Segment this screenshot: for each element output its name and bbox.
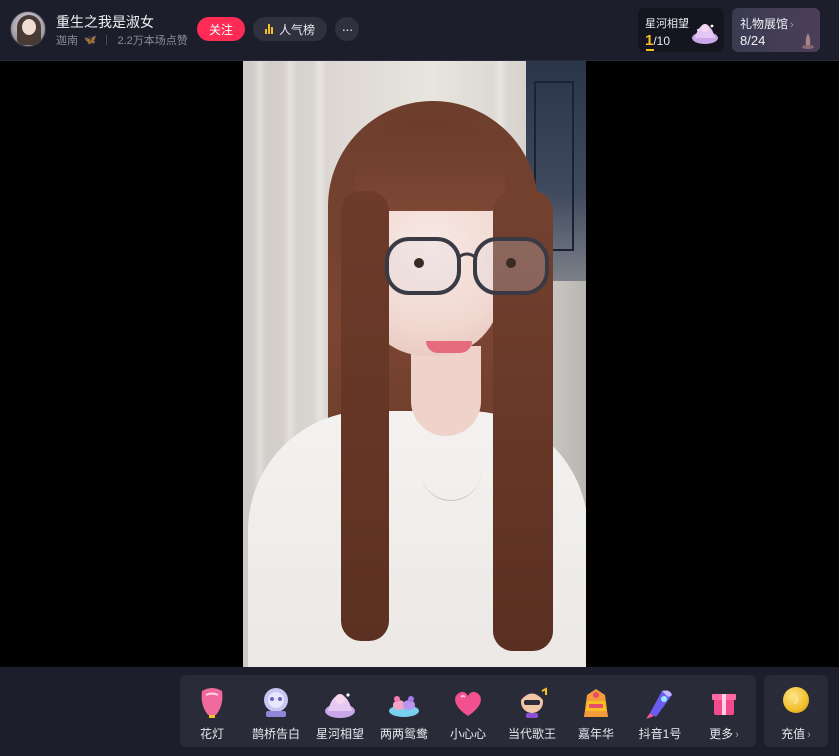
gift-label: 当代歌王 bbox=[507, 727, 556, 741]
carnival-icon bbox=[584, 689, 608, 717]
galaxy-event-card[interactable]: 星河相望 1/10 bbox=[638, 8, 724, 52]
singer-icon bbox=[521, 687, 547, 718]
streamer-name[interactable]: 重生之我是淑女 bbox=[56, 12, 154, 32]
museum-count: 8/24 bbox=[740, 33, 766, 48]
streamer-avatar[interactable] bbox=[10, 11, 46, 47]
neck bbox=[411, 346, 481, 436]
galaxy-progress: 1/10 bbox=[645, 32, 670, 49]
gift-box-icon bbox=[712, 694, 736, 715]
galaxy-progress-total: /10 bbox=[653, 34, 671, 48]
gift-item-carnival[interactable]: 嘉年华 bbox=[564, 675, 628, 747]
gift-item-douyin-one[interactable]: 抖音1号 bbox=[628, 675, 692, 747]
gift-label: 嘉年华 bbox=[577, 727, 614, 741]
necklace bbox=[421, 441, 481, 501]
chevron-right-icon: › bbox=[790, 19, 794, 31]
chevron-right-icon: › bbox=[807, 729, 811, 741]
gift-museum-card[interactable]: 礼物展馆 › 8/24 bbox=[732, 8, 820, 52]
more-gifts-button[interactable]: 更多 › bbox=[692, 675, 756, 747]
gift-panel: 花灯 鹊桥告白 星河相望 两两鸳鸯 小心心 当代歌王 嘉年华 抖音1号 更多 › bbox=[180, 675, 756, 747]
gift-label: 抖音1号 bbox=[638, 727, 682, 741]
mandarin-duck-icon bbox=[389, 696, 419, 717]
chevron-right-icon: › bbox=[735, 729, 739, 741]
more-options-button[interactable]: ··· bbox=[335, 17, 359, 41]
popularity-rank-button[interactable]: 人气榜 bbox=[253, 17, 327, 41]
follow-button[interactable]: 关注 bbox=[197, 17, 245, 41]
glasses-icon bbox=[385, 237, 549, 295]
live-video[interactable] bbox=[243, 61, 586, 667]
gift-museum-icon bbox=[802, 33, 814, 49]
recharge-button[interactable]: ♪ 充值 › bbox=[764, 675, 828, 747]
meta-divider bbox=[106, 35, 108, 45]
gift-label: 两两鸳鸯 bbox=[379, 727, 428, 741]
hair-left bbox=[341, 191, 389, 641]
gift-item-little-heart[interactable]: 小心心 bbox=[436, 675, 500, 747]
live-room: 重生之我是淑女 迦南 🦋 2.2万本场点赞 关注 人气榜 ··· 星河相望 1/… bbox=[0, 0, 839, 756]
recharge-label: 充值 › bbox=[781, 727, 811, 741]
bar-chart-icon bbox=[264, 24, 273, 34]
gift-item-singer-king[interactable]: 当代歌王 bbox=[500, 675, 564, 747]
gift-item-mandarin-ducks[interactable]: 两两鸳鸯 bbox=[372, 675, 436, 747]
museum-title: 礼物展馆 › bbox=[740, 17, 794, 31]
lips bbox=[426, 341, 472, 353]
gift-label: 小心心 bbox=[449, 727, 486, 741]
top-bar: 重生之我是淑女 迦南 🦋 2.2万本场点赞 关注 人气榜 ··· 星河相望 1/… bbox=[0, 0, 839, 61]
galaxy-icon bbox=[325, 693, 355, 718]
likes-count: 2.2万本场点赞 bbox=[117, 35, 188, 47]
gift-item-galaxy[interactable]: 星河相望 bbox=[308, 675, 372, 747]
gift-label: 鹊桥告白 bbox=[251, 727, 300, 741]
rocket-icon bbox=[646, 690, 672, 719]
streamer-meta: 迦南 🦋 2.2万本场点赞 bbox=[56, 32, 188, 48]
more-label: 更多 › bbox=[709, 727, 739, 741]
gift-label: 星河相望 bbox=[315, 727, 364, 741]
gift-item-lantern[interactable]: 花灯 bbox=[180, 675, 244, 747]
galaxy-icon bbox=[692, 24, 718, 44]
galaxy-title: 星河相望 bbox=[645, 18, 689, 30]
progress-underline bbox=[646, 49, 654, 51]
location-text: 迦南 bbox=[56, 35, 78, 47]
heart-icon bbox=[455, 691, 481, 716]
gift-label: 花灯 bbox=[199, 727, 224, 741]
gift-bar: 花灯 鹊桥告白 星河相望 两两鸳鸯 小心心 当代歌王 嘉年华 抖音1号 更多 ›… bbox=[0, 667, 839, 756]
sky-lantern-icon bbox=[201, 688, 223, 718]
rank-label: 人气榜 bbox=[278, 22, 315, 37]
gift-item-magpie-bridge[interactable]: 鹊桥告白 bbox=[244, 675, 308, 747]
magpie-bridge-icon bbox=[264, 688, 288, 717]
coin-icon: ♪ bbox=[783, 687, 809, 713]
butterfly-icon: 🦋 bbox=[84, 34, 97, 46]
